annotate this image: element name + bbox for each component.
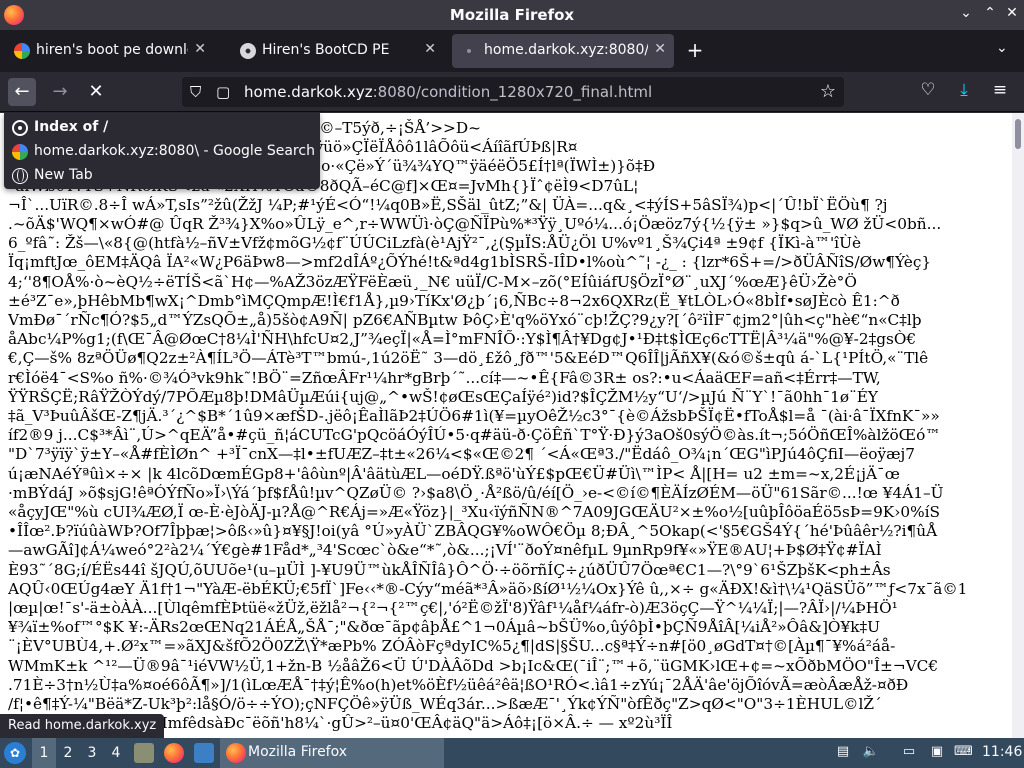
url-bar[interactable]: ⛉ ▢ home.darkok.xyz:8080/condition_1280x… [182,77,844,107]
garbled-text-line: ¨¡ÈV°UBÙ4,+.Ø²x™=»ãXJ&šfÕ2Ö0ZŽ\Ÿ*æPb% ZÓ… [8,637,896,656]
tab-label: Hiren's BootCD PE [262,42,390,58]
firefox-icon [226,743,246,763]
volume-icon[interactable]: 🔈 [862,744,880,762]
firefox-launcher-icon[interactable] [164,743,184,763]
url-text[interactable]: home.darkok.xyz:8080/condition_1280x720_… [244,83,652,101]
history-item-label: Index of / [34,119,109,135]
history-item-label: home.darkok.xyz:8080\ - Google Search [34,143,315,159]
task-label: Mozilla Firefox [248,744,348,760]
chevron-down-icon[interactable]: ⌄ [996,40,1008,56]
garbled-text-line: AQÛ‹0ŒÚg4æY Ä1f†1¬"YàÆ-ëbÉKÜ;€5fÏ`]Fe‹‹*… [8,579,968,598]
downloads-icon[interactable]: ⤓ [952,80,976,100]
google-icon [14,43,30,59]
taskbar: ✿ 1 2 3 4 Mozilla Firefox ▤ 🔈 ▭ ▣ ⌨ 11:4… [0,738,1024,768]
url-path: :8080/condition_1280x720_final.html [372,83,653,101]
terminal-icon[interactable] [194,743,214,763]
garbled-text-line: /f¦•ê¶‡Ý-¼"Bëä*Z-Uk³þ²:lå§Ó/ö÷÷ÝO);çNFÇÖ… [8,695,882,714]
window-title: Mozilla Firefox [449,6,575,24]
clock: 11:46 [982,744,1023,760]
garbled-text-body: ¿bâ“chi‘¢(©Õ®%°†ÀÇÅ:»5Ü æ•ÎÞµÁüw©–T5ýð,÷… [8,119,1006,734]
garbled-text-line: €,Ç—š% 8zªÖÜø¶Q2z±²À¶ÍL³Ö—ÁTè³T™bmú-,1ú2… [8,349,929,368]
close-tab-icon[interactable]: ✕ [654,41,666,57]
tab-active-page[interactable]: home.darkok.xyz:8080/co ✕ [452,34,674,68]
navigation-toolbar: ← → ✕ ⛉ ▢ home.darkok.xyz:8080/condition… [0,72,1024,112]
new-tab-button[interactable]: + [684,38,706,62]
minimize-button[interactable]: ⌄ [958,5,974,21]
start-menu-button[interactable]: ✿ [4,742,26,764]
garbled-text-line: WMmK±k ^¹²—Ü®9â¯¹iéVW½Ü,1+žn-B ½åâŽ6<Ü Ú… [8,656,939,675]
shield-icon[interactable]: ⛉ [190,83,206,101]
workspace-2[interactable]: 2 [56,738,80,768]
display-icon[interactable]: ▣ [928,744,946,762]
history-item-label: New Tab [34,167,93,183]
garbled-text-line: ·mBÝdáJ »õ$sjG!êªÓÝfÑo»Ï›\Ýá´þf$fÅû!µv^Q… [8,483,944,502]
garbled-text-line: —awGÃî]¢Á¼weó°2²à2¼´Ý€gè#1Fåd*„³4'Scœc`ò… [8,541,882,560]
tab-label: home.darkok.xyz:8080/co [484,42,648,58]
tab-hirens[interactable]: Hiren's BootCD PE ✕ [230,34,444,68]
window-titlebar: Mozilla Firefox ⌄ ⌃ ✕ [0,0,1024,30]
status-bar: Read home.darkok.xyz [0,714,165,738]
close-tab-icon[interactable]: ✕ [194,41,206,57]
workspace-1[interactable]: 1 [32,738,56,768]
history-item-new-tab[interactable]: New Tab [10,164,316,188]
google-icon [12,144,28,160]
url-host: home.darkok.xyz [244,83,373,101]
stop-button[interactable]: ✕ [82,78,110,106]
page-icon [12,120,28,136]
garbled-text-line: È93˜´8G;í/ÉËs44î šJQÚ,õUUõe¹(u–µÜÌ ]-¥U9… [8,560,891,579]
garbled-text-line: "D`7³ÿïÿ`ÿ±Y–«Å#fÈÌØn^ +³Ï¯cnX—‡l•±fUÆZ–… [8,445,916,464]
forward-button[interactable]: → [46,78,74,106]
garbled-text-line: Ïq¡mftJœ_ôEM‡ÄQâ ÏA²«W¿P6äÞw8—>mf2dÎÁº¿Õ… [8,253,932,272]
page-scrollbar[interactable] [1012,113,1024,740]
garbled-text-line: «åçyJŒ"%ù cUI¾ÆØ,Ï œ-È·èJòÄJ-µ?Å@^R€Áj=»… [8,503,940,522]
clipboard-icon[interactable]: ▤ [834,744,852,762]
history-item-google-search[interactable]: home.darkok.xyz:8080\ - Google Search [10,140,316,164]
garbled-text-line: ú¡æNAéÝªûì×÷× |k 4lcõDœmÉGp8+'âôùnº|Â'âä… [8,464,900,483]
workspace-4[interactable]: 4 [104,738,128,768]
back-button[interactable]: ← [8,78,36,106]
page-icon[interactable]: ▢ [216,83,230,101]
loading-dot-icon [462,43,478,59]
garbled-text-line: ±é³Z¯e»,þHêbMb¶wX¡^Dmb°ìMÇQmpÆ!Ì€f1Å},µ9… [8,291,900,310]
back-history-menu: Index of / home.darkok.xyz:8080\ - Googl… [4,113,320,189]
taskbar-firefox-window[interactable]: Mozilla Firefox [220,738,444,768]
close-tab-icon[interactable]: ✕ [424,41,436,57]
garbled-text-line: åAbc¼P%g1;(f\Œ¯Â@ØœC†8¼Ì'ÑH\hfcU¤2,J”¾eç… [8,330,917,349]
tab-search[interactable]: hiren's boot pe download ✕ [4,34,214,68]
garbled-text-line: 6_ºfâ˜: Žš—\«8{@(htfà½–ñV±Vfž¢mõG½¢f¨ÚÚC… [8,234,862,253]
close-window-button[interactable]: ✕ [1004,5,1020,21]
globe-icon [12,168,28,184]
workspace-3[interactable]: 3 [80,738,104,768]
garbled-text-line: íf2®9 j...C$³*Âì¨,Ú>^qEÄ”å•#çü_ñ¦áCUTcG'… [8,426,941,445]
tab-strip: hiren's boot pe download ✕ Hiren's BootC… [0,30,1024,72]
garbled-text-line: ¥¾ï±%of™°$K ¥:-ÄRs2œŒNq21ÁÉÅ„ŠÅ¯;"&ðœ¯ãp… [8,618,880,637]
garbled-text-line: ŸŸRŠÇË;RâŸŽÒÝdý/7PÕÆµ8þ!DMâÜµÆúi{uj@„^•w… [8,387,879,406]
disc-icon [240,43,256,59]
garbled-text-line: VmÐø¯´rÑc¶Ó?$5„d™ÝZsQÕ±„å)5šò¢A9Ñ| pZ6€A… [8,311,922,330]
history-item-index[interactable]: Index of / [10,116,316,140]
garbled-text-line: ¬Î`...UïR©.8÷Î wÁ»T,sIs”²žû(ŽžJ ¼P;#¹ýÉ<… [8,195,888,214]
maximize-button[interactable]: ⌃ [982,5,998,21]
garbled-text-line: •ÎÎœ².Þ?ïúûàWÞ?Of7Îþþæ¦>ôß‹»û}¤¥§J!oi(yâ… [8,522,938,541]
bookmark-star-icon[interactable]: ☆ [820,81,836,102]
page-content[interactable]: ¿bâ“chi‘¢(©Õ®%°†ÀÇÅ:»5Ü æ•ÎÞµÁüw©–T5ýð,÷… [0,113,1012,740]
pocket-icon[interactable]: ♡ [916,80,940,100]
scrollbar-thumb[interactable] [1015,119,1021,149]
file-manager-icon[interactable] [134,743,154,763]
notes-icon[interactable]: ▭ [900,744,918,762]
garbled-text-line: .71È÷3†n½Ù‡a%¤oé6ôÃ¶»]/1(ìLœÆÅ¯†‡ý¦Ê%o(h… [8,675,909,694]
garbled-text-line: .~õÄ$'WQ¶×wÓ#@ ÛqR Ž³¾}X%o»ÛLÿ_e^,r÷WWÜì… [8,215,942,234]
menu-icon[interactable]: ≡ [988,80,1012,100]
garbled-text-line: ‡ã_V³ÞuûÂšŒ-Z¶jÄ.³´¿^$B*´1û9×æfŠD-.jëô¡Ê… [8,407,940,426]
garbled-text-line: |œµ|œ!¯s'-ä±òÀÀ...[ÙlqêmfÈÞtüë«žÜž,ëžlå²… [8,599,898,618]
garbled-text-line: r€Ìóë4¯<S%o ñ%·©¾Ó³vk9hk˜!BÖ¨=ZñœÂFr¹¼hr… [8,368,881,387]
keyboard-icon[interactable]: ⌨ [954,744,973,762]
tab-label: hiren's boot pe download [36,42,188,58]
garbled-text-line: 4;‘'8¶OÅ%·ò~èQ½÷ëTÍŠ<ã`H¢—%AŽ3özÆŸFëÈæü¸… [8,272,857,291]
